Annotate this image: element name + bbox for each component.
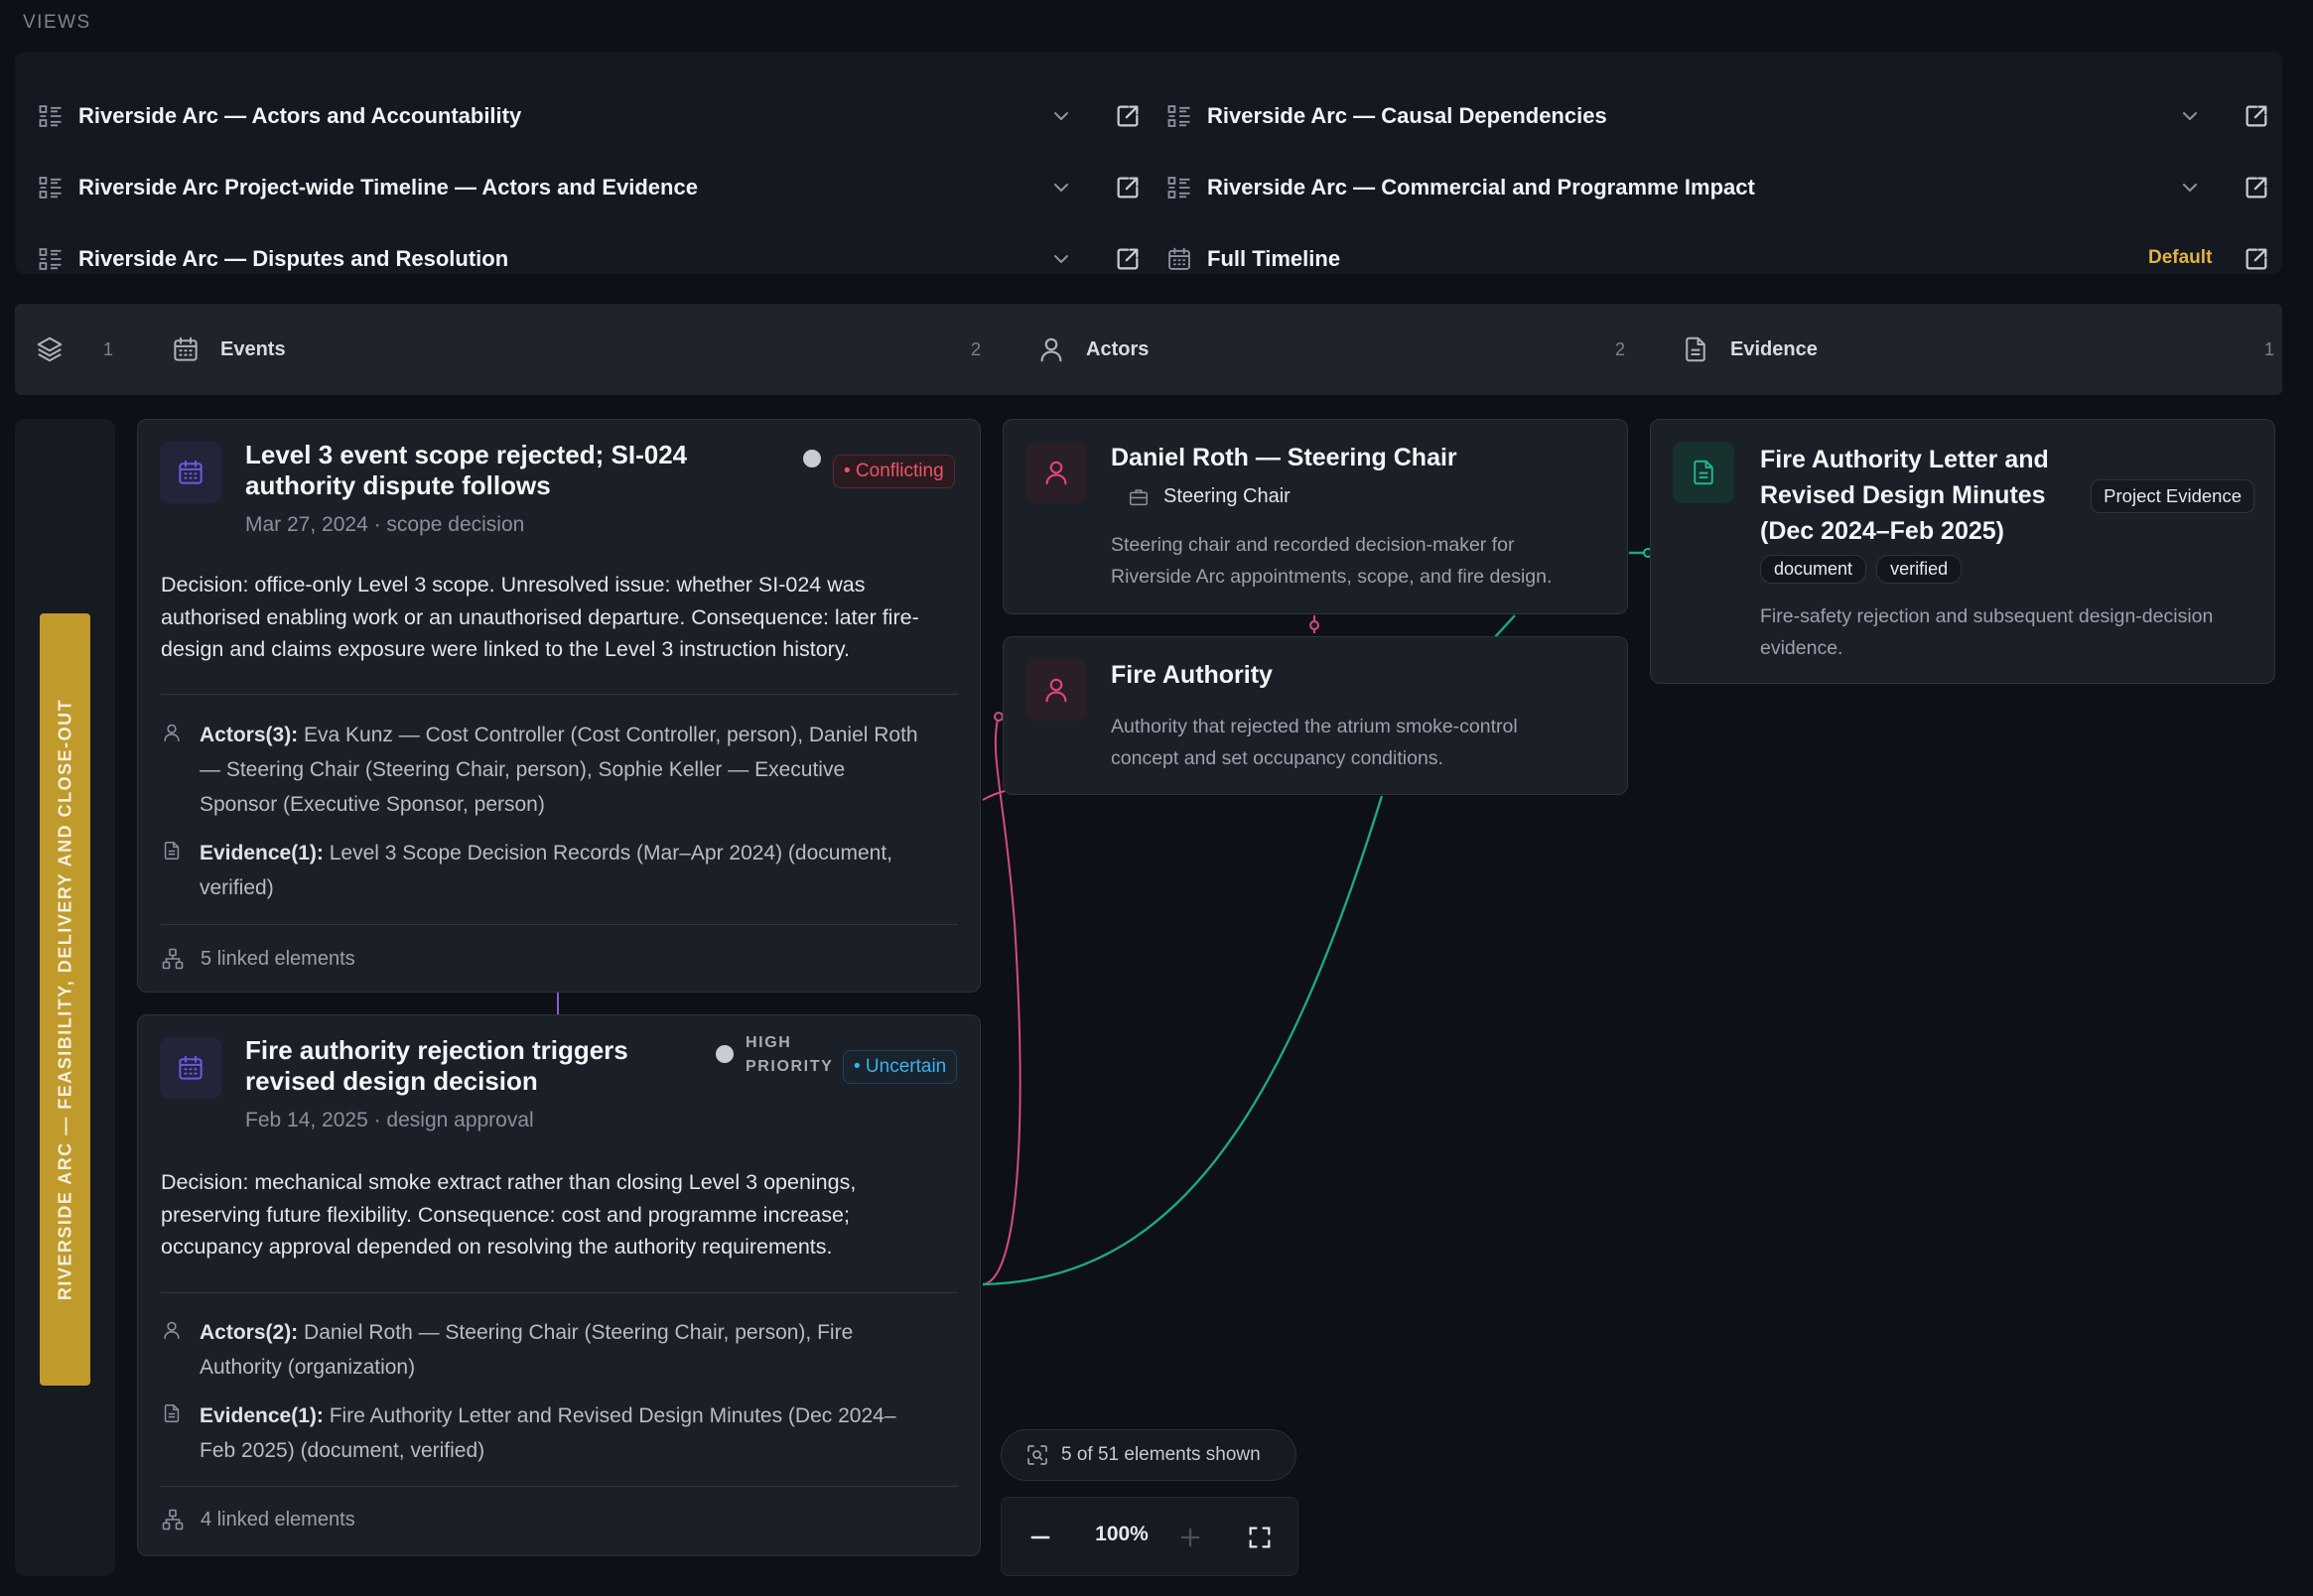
evidence-title-line: (Dec 2024–Feb 2025) <box>1760 517 2004 545</box>
event-actors: Actors(2): Daniel Roth — Steering Chair … <box>161 1315 962 1385</box>
event-date: Mar 27, 2024 · scope decision <box>245 513 525 536</box>
priority-dot <box>716 1045 734 1063</box>
tag: verified <box>1876 555 1963 584</box>
actors-text: Eva Kunz — Cost Controller (Cost Control… <box>298 724 918 746</box>
description-line: Decision: office-only Level 3 scope. Unr… <box>161 573 866 597</box>
evidence-title-line: Revised Design Minutes <box>1760 481 2046 509</box>
network-icon <box>161 947 185 971</box>
linked-elements[interactable]: 4 linked elements <box>161 1508 355 1531</box>
evidence-description: Fire-safety rejection and subsequent des… <box>1760 600 2254 664</box>
evidence-text: Fire Authority Letter and Revised Design… <box>323 1404 896 1427</box>
actors-text: Daniel Roth — Steering Chair (Steering C… <box>298 1321 854 1344</box>
actor-name: Fire Authority <box>1111 661 1273 689</box>
elements-shown-text: 5 of 51 elements shown <box>1061 1444 1261 1465</box>
description-line: design and claims exposure were linked t… <box>161 637 850 661</box>
document-icon <box>161 840 183 862</box>
actors-label: Actors(3): <box>200 724 299 746</box>
event-title-line: Level 3 event scope rejected; SI-024 <box>245 440 688 469</box>
document-icon <box>1673 442 1734 503</box>
actor-card[interactable]: Daniel Roth — Steering Chair Steering Ch… <box>1003 419 1628 614</box>
actors-text: Sponsor (Executive Sponsor, person) <box>200 793 545 816</box>
description-line: Riverside Arc appointments, scope, and f… <box>1111 566 1553 588</box>
user-icon <box>161 722 183 743</box>
event-title: Level 3 event scope rejected; SI-024 aut… <box>245 440 687 501</box>
event-description: Decision: office-only Level 3 scope. Unr… <box>161 569 962 666</box>
evidence-tags: document verified <box>1760 555 1972 584</box>
event-actors: Actors(3): Eva Kunz — Cost Controller (C… <box>161 718 962 822</box>
network-icon <box>161 1508 185 1531</box>
evidence-title-line: Fire Authority Letter and <box>1760 446 2049 473</box>
elements-shown-indicator[interactable]: 5 of 51 elements shown <box>1001 1429 1296 1481</box>
description-line: preserving future flexibility. Consequen… <box>161 1202 850 1227</box>
evidence-label: Evidence(1): <box>200 842 324 864</box>
zoom-in-button[interactable] <box>1176 1524 1204 1551</box>
actor-card[interactable]: Fire Authority Authority that rejected t… <box>1003 636 1628 795</box>
calendar-icon <box>160 442 221 503</box>
evidence-card[interactable]: Fire Authority Letter and Revised Design… <box>1650 419 2275 684</box>
zoom-level: 100% <box>1095 1523 1149 1545</box>
evidence-label: Evidence(1): <box>200 1404 324 1427</box>
actors-label: Actors(2): <box>200 1321 299 1344</box>
focus-scan-icon <box>1025 1443 1049 1467</box>
event-card[interactable]: Level 3 event scope rejected; SI-024 aut… <box>137 419 981 993</box>
actor-name: Daniel Roth — Steering Chair <box>1111 444 1457 471</box>
evidence-text: verified) <box>200 876 274 899</box>
evidence-text: Feb 2025) (document, verified) <box>200 1439 485 1462</box>
divider <box>161 1486 958 1487</box>
divider <box>161 694 958 695</box>
actor-description: Steering chair and recorded decision-mak… <box>1111 529 1587 593</box>
description-line: concept and set occupancy conditions. <box>1111 747 1443 769</box>
event-title-line: revised design decision <box>245 1066 538 1096</box>
event-date: Feb 14, 2025 · design approval <box>245 1109 534 1131</box>
user-icon <box>1025 442 1087 503</box>
user-icon <box>1025 659 1087 721</box>
priority-text: HIGH <box>746 1034 792 1051</box>
description-line: Authority that rejected the atrium smoke… <box>1111 716 1518 737</box>
user-icon <box>161 1319 183 1341</box>
evidence-category-badge: Project Evidence <box>2091 479 2254 513</box>
event-evidence: Evidence(1): Fire Authority Letter and R… <box>161 1398 962 1468</box>
event-title: Fire authority rejection triggers revise… <box>245 1035 628 1097</box>
actors-text: — Steering Chair (Steering Chair, person… <box>200 758 846 781</box>
event-title-line: Fire authority rejection triggers <box>245 1035 628 1065</box>
event-evidence: Evidence(1): Level 3 Scope Decision Reco… <box>161 836 962 905</box>
description-line: occupancy approval depended on resolving… <box>161 1235 833 1259</box>
description-line: Decision: mechanical smoke extract rathe… <box>161 1170 857 1194</box>
status-badge-conflicting: • Conflicting <box>833 455 955 488</box>
zoom-out-button[interactable] <box>1026 1524 1054 1551</box>
fullscreen-icon[interactable] <box>1246 1524 1274 1551</box>
status-badge-uncertain: • Uncertain <box>843 1050 958 1084</box>
calendar-icon <box>160 1037 221 1099</box>
event-title-line: authority dispute follows <box>245 470 551 500</box>
document-icon <box>161 1402 183 1424</box>
briefcase-icon <box>1128 486 1150 508</box>
priority-label: HIGH PRIORITY <box>746 1031 833 1079</box>
evidence-title: Fire Authority Letter and Revised Design… <box>1760 442 2049 549</box>
linked-count: 5 linked elements <box>201 947 355 970</box>
divider <box>161 1292 958 1293</box>
description-line: authorised enabling work or an unauthori… <box>161 604 919 629</box>
zoom-controls: 100% <box>1001 1497 1298 1576</box>
linked-elements[interactable]: 5 linked elements <box>161 947 355 971</box>
actor-role: Steering Chair <box>1128 485 1291 508</box>
evidence-text: Level 3 Scope Decision Records (Mar–Apr … <box>323 842 892 864</box>
description-line: evidence. <box>1760 637 1843 659</box>
event-card[interactable]: Fire authority rejection triggers revise… <box>137 1014 981 1556</box>
tag: document <box>1760 555 1867 584</box>
priority-text: PRIORITY <box>746 1058 834 1075</box>
priority-dot <box>803 450 821 467</box>
linked-count: 4 linked elements <box>201 1508 355 1530</box>
actors-text: Authority (organization) <box>200 1356 416 1379</box>
description-line: Steering chair and recorded decision-mak… <box>1111 534 1515 556</box>
divider <box>161 924 958 925</box>
actor-role-text: Steering Chair <box>1163 485 1291 507</box>
actor-description: Authority that rejected the atrium smoke… <box>1111 711 1587 774</box>
description-line: Fire-safety rejection and subsequent des… <box>1760 605 2214 627</box>
event-description: Decision: mechanical smoke extract rathe… <box>161 1166 962 1264</box>
